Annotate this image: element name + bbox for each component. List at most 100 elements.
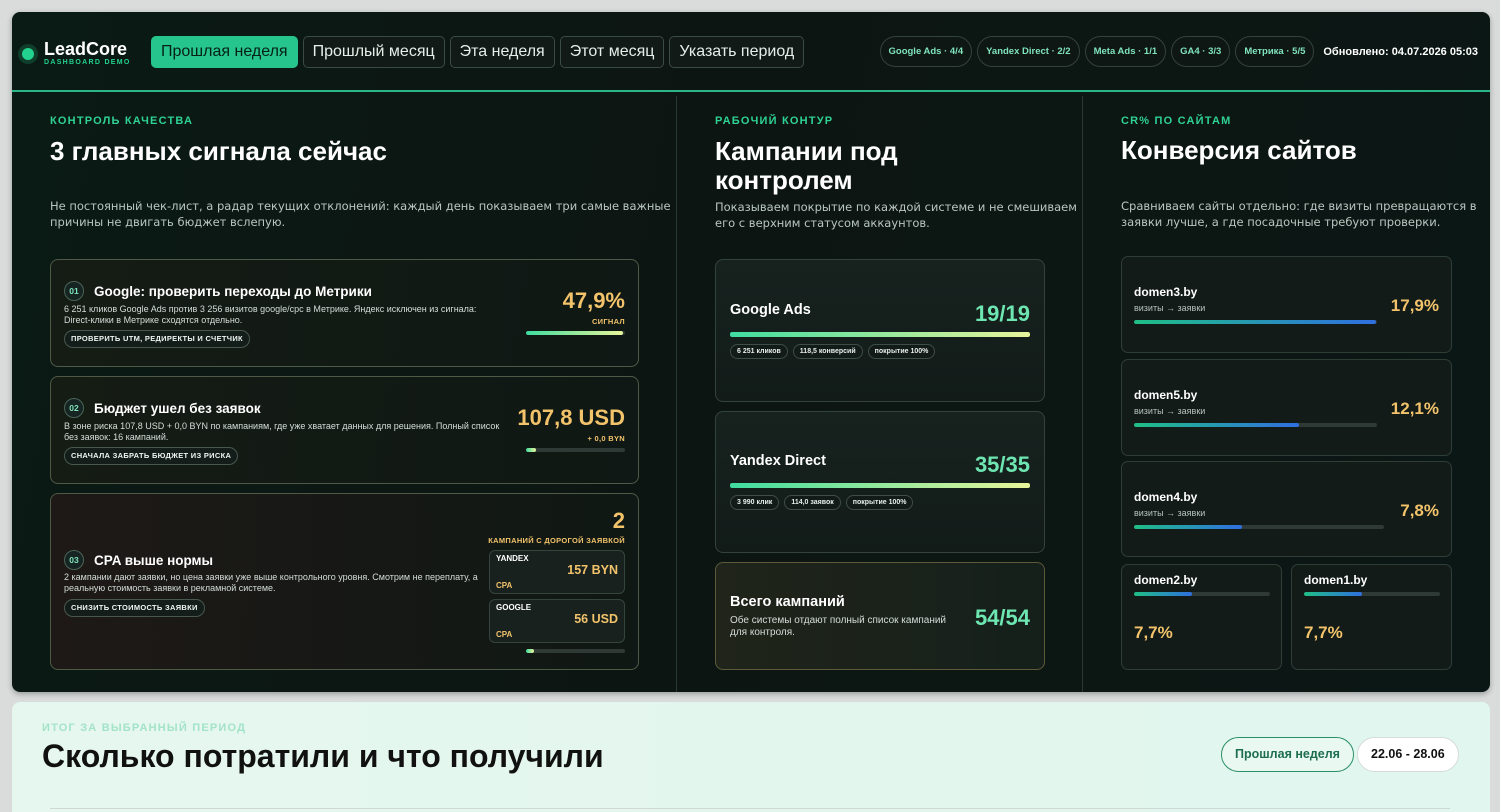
column-divider <box>676 96 677 692</box>
signal-number-badge: 03 <box>64 550 84 570</box>
period-switcher: Прошлая неделя Прошлый месяц Эта неделя … <box>151 36 805 68</box>
dashboard-panel: LeadCore DASHBOARD DEMO Прошлая неделя П… <box>12 12 1490 692</box>
sites-eyebrow: CR% ПО САЙТАМ <box>1121 115 1232 127</box>
period-this-month-button[interactable]: Этот месяц <box>559 36 665 68</box>
site-metric-label: визиты → заявки <box>1134 303 1206 313</box>
campaign-coverage-bar <box>730 483 1030 488</box>
period-last-week-button[interactable]: Прошлая неделя <box>151 36 298 68</box>
signal-description: 6 251 кликов Google Ads против 3 256 виз… <box>64 304 477 325</box>
signal-value: 2 <box>612 508 625 533</box>
source-chip-meta-ads[interactable]: Meta Ads · 1/1 <box>1084 36 1167 67</box>
signal-action-button[interactable]: СНАЧАЛА ЗАБРАТЬ БЮДЖЕТ ИЗ РИСКА <box>64 447 239 465</box>
signal-card-cpa-above-norm[interactable]: 03 CPA выше нормы 2 кампании дают заявки… <box>50 493 639 670</box>
summary-section: ИТОГ ЗА ВЫБРАННЫЙ ПЕРИОД Сколько потрати… <box>12 702 1490 812</box>
period-this-week-button[interactable]: Эта неделя <box>449 36 555 68</box>
logo-dot-icon <box>22 47 34 60</box>
campaign-system-name: Yandex Direct <box>730 453 826 469</box>
campaign-card-total[interactable]: Всего кампаний Обе системы отдают полный… <box>715 562 1045 670</box>
cpa-system: GOOGLE <box>496 603 532 612</box>
total-campaigns-value: 54/54 <box>974 605 1030 630</box>
cpa-card-yandex: YANDEX CPA 157 BYN <box>489 550 625 594</box>
quality-description: Не постоянный чек-лист, а радар текущих … <box>50 199 671 229</box>
site-cr-value: 7,7% <box>1304 623 1343 642</box>
total-campaigns-description: Обе системы отдают полный список кампани… <box>730 615 947 638</box>
site-name: domen2.by <box>1134 573 1198 587</box>
campaign-stats: 6 251 кликов 118,5 конверсий покрытие 10… <box>730 344 936 359</box>
site-card-domen1[interactable]: domen1.by 7,7% <box>1291 564 1452 670</box>
signal-card-budget-no-leads[interactable]: 02 Бюджет ушел без заявок В зоне риска 1… <box>50 376 639 484</box>
campaign-system-name: Google Ads <box>730 302 811 318</box>
site-cr-value: 17,9% <box>1390 296 1439 315</box>
stat-chip: 114,0 заявок <box>784 495 841 510</box>
site-name: domen1.by <box>1304 573 1368 587</box>
site-name: domen3.by <box>1134 285 1198 299</box>
site-cr-value: 12,1% <box>1390 399 1439 418</box>
signal-progress-bar <box>526 331 625 335</box>
stat-chip: покрытие 100% <box>845 495 914 510</box>
site-name: domen5.by <box>1134 388 1198 402</box>
summary-period-button[interactable]: Прошлая неделя <box>1221 737 1354 772</box>
signal-title: Google: проверить переходы до Метрики <box>94 284 372 299</box>
cpa-label: CPA <box>496 630 513 639</box>
site-card-domen2[interactable]: domen2.by 7,7% <box>1121 564 1282 670</box>
site-cr-bar <box>1134 320 1377 324</box>
logo[interactable]: LeadCore DASHBOARD DEMO <box>22 40 131 67</box>
cpa-label: CPA <box>496 581 513 590</box>
site-cr-bar <box>1134 592 1270 596</box>
quality-title: 3 главных сигнала сейчас <box>50 136 387 166</box>
signal-progress-bar <box>526 649 625 653</box>
site-cr-value: 7,8% <box>1400 501 1439 520</box>
signal-progress-bar <box>526 448 625 452</box>
stat-chip: 118,5 конверсий <box>792 344 863 359</box>
period-last-month-button[interactable]: Прошлый месяц <box>302 36 445 68</box>
campaigns-description: Показываем покрытие по каждой системе и … <box>715 200 1077 230</box>
signal-action-button[interactable]: СНИЗИТЬ СТОИМОСТЬ ЗАЯВКИ <box>64 599 205 617</box>
signal-description: 2 кампании дают заявки, но цена заявки у… <box>64 572 478 593</box>
logo-name: LeadCore <box>44 39 128 59</box>
signal-action-button[interactable]: ПРОВЕРИТЬ UTM, РЕДИРЕКТЫ И СЧЕТЧИК <box>64 330 250 348</box>
summary-eyebrow: ИТОГ ЗА ВЫБРАННЫЙ ПЕРИОД <box>42 722 247 734</box>
campaigns-eyebrow: РАБОЧИЙ КОНТУР <box>715 115 834 127</box>
cpa-system: YANDEX <box>496 554 529 563</box>
total-campaigns-title: Всего кампаний <box>730 594 845 610</box>
summary-date-range[interactable]: 22.06 - 28.06 <box>1357 737 1459 772</box>
signal-description: В зоне риска 107,8 USD + 0,0 BYN по камп… <box>64 421 500 442</box>
site-cr-bar <box>1304 592 1440 596</box>
campaign-coverage-value: 19/19 <box>974 301 1030 326</box>
signal-card-google-metrika[interactable]: 01 Google: проверить переходы до Метрики… <box>50 259 639 367</box>
period-custom-button[interactable]: Указать период <box>669 36 805 68</box>
site-card-domen3[interactable]: domen3.by визиты → заявки 17,9% <box>1121 256 1452 353</box>
source-chip-yandex-direct[interactable]: Yandex Direct · 2/2 <box>977 36 1080 67</box>
signal-value-label: СИГНАЛ <box>591 317 625 326</box>
summary-title: Сколько потратили и что получили <box>42 738 604 774</box>
signal-title: CPA выше нормы <box>94 553 214 568</box>
source-chip-ga4[interactable]: GA4 · 3/3 <box>1171 36 1231 67</box>
site-cr-bar <box>1134 525 1384 529</box>
site-card-domen4[interactable]: domen4.by визиты → заявки 7,8% <box>1121 461 1452 557</box>
site-cr-bar <box>1134 423 1377 427</box>
stat-chip: покрытие 100% <box>867 344 936 359</box>
cpa-card-google: GOOGLE CPA 56 USD <box>489 599 625 643</box>
cpa-value: 56 USD <box>574 612 618 626</box>
campaign-coverage-bar <box>730 332 1030 337</box>
campaign-card-google-ads[interactable]: Google Ads 19/19 6 251 кликов 118,5 конв… <box>715 259 1045 402</box>
sites-description: Сравниваем сайты отдельно: где визиты пр… <box>1121 199 1477 229</box>
site-card-domen5[interactable]: domen5.by визиты → заявки 12,1% <box>1121 359 1452 456</box>
source-chip-google-ads[interactable]: Google Ads · 4/4 <box>879 36 973 67</box>
site-metric-label: визиты → заявки <box>1134 406 1206 416</box>
signal-title: Бюджет ушел без заявок <box>94 401 261 416</box>
updated-timestamp: Обновлено: 04.07.2026 05:03 <box>1323 45 1478 58</box>
site-cr-value: 7,7% <box>1134 623 1173 642</box>
sites-title: Конверсия сайтов <box>1121 135 1357 165</box>
stat-chip: 3 990 клик <box>730 495 780 510</box>
column-divider <box>1082 96 1083 692</box>
campaign-coverage-value: 35/35 <box>974 452 1030 477</box>
signal-value-label: КАМПАНИЙ С ДОРОГОЙ ЗАЯВКОЙ <box>488 536 625 545</box>
stat-chip: 6 251 кликов <box>730 344 788 359</box>
campaign-card-yandex-direct[interactable]: Yandex Direct 35/35 3 990 клик 114,0 зая… <box>715 411 1045 553</box>
cpa-value: 157 BYN <box>567 563 618 577</box>
site-metric-label: визиты → заявки <box>1134 508 1206 518</box>
source-chip-metrika[interactable]: Метрика · 5/5 <box>1235 36 1315 67</box>
signal-number-badge: 01 <box>64 281 84 301</box>
top-bar: LeadCore DASHBOARD DEMO Прошлая неделя П… <box>12 12 1490 92</box>
